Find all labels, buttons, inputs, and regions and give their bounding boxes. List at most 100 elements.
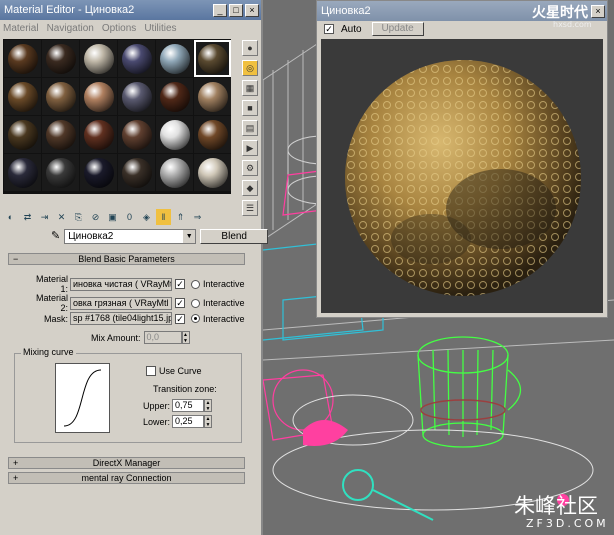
material1-checkbox[interactable]: ✓	[175, 279, 185, 289]
use-curve-checkbox[interactable]	[146, 366, 156, 376]
mask-radio[interactable]	[191, 314, 200, 323]
directx-manager-rollout[interactable]: + DirectX Manager	[8, 457, 245, 469]
material-slot[interactable]	[118, 154, 155, 191]
blend-basic-parameters-rollout[interactable]: − Blend Basic Parameters	[8, 253, 245, 265]
material-slot[interactable]	[80, 116, 117, 153]
lower-input[interactable]: 0,25	[172, 415, 205, 428]
material-sphere-icon	[197, 157, 228, 188]
mix-amount-label: Mix Amount:	[91, 332, 141, 343]
material-name-row: ✎ Циновка2 ▼ Blend	[51, 229, 269, 244]
background-icon[interactable]: ▦	[242, 80, 258, 96]
go-to-parent-icon[interactable]: ⇑	[173, 209, 188, 225]
rollout-title: mental ray Connection	[81, 473, 172, 483]
material-slot[interactable]	[42, 116, 79, 153]
go-forward-to-sibling-icon[interactable]: ⇒	[190, 209, 205, 225]
show-map-in-viewport-icon[interactable]: ◈	[139, 209, 154, 225]
material-sphere-icon	[45, 119, 76, 150]
material-slot[interactable]	[156, 116, 193, 153]
upper-label: Upper:	[143, 400, 171, 411]
material2-radio[interactable]	[191, 298, 200, 308]
options-icon[interactable]: ⚙	[242, 160, 258, 176]
make-unique-icon[interactable]: ⊘	[88, 209, 103, 225]
mix-amount-spinner[interactable]: ▲ ▼	[181, 331, 190, 344]
material-effects-channel-icon[interactable]: 0	[122, 209, 137, 225]
menu-options[interactable]: Options	[102, 23, 136, 34]
material1-radio[interactable]	[191, 279, 200, 289]
expand-icon: +	[13, 458, 19, 468]
mix-amount-row: Mix Amount: 0,0 ▲ ▼	[91, 331, 190, 344]
material-sphere-icon	[83, 43, 114, 74]
material-slot[interactable]	[4, 154, 41, 191]
material-editor-titlebar[interactable]: Material Editor - Циновка2 _ □ ×	[0, 0, 261, 20]
auto-checkbox[interactable]: ✓	[324, 24, 334, 34]
curve-plot	[63, 369, 102, 427]
material-slot[interactable]	[80, 78, 117, 115]
video-color-check-icon[interactable]: ▤	[242, 120, 258, 136]
uv-tiling-icon[interactable]: ■	[242, 100, 258, 116]
upper-input[interactable]: 0,75	[172, 399, 205, 412]
material-type-button[interactable]: Blend	[200, 229, 269, 244]
menu-material[interactable]: Material	[3, 23, 39, 34]
menu-utilities[interactable]: Utilities	[144, 23, 176, 34]
material-sphere-icon	[197, 81, 228, 112]
minimize-button[interactable]: _	[213, 3, 227, 17]
material-slot[interactable]	[42, 40, 79, 77]
lower-spinner[interactable]: ▲ ▼	[204, 415, 213, 428]
select-by-material-icon[interactable]: ◆	[242, 180, 258, 196]
material-slot[interactable]	[118, 40, 155, 77]
auto-label: Auto	[341, 23, 362, 35]
material-slot[interactable]	[42, 78, 79, 115]
material2-button[interactable]: овка грязная ( VRayMtl )	[70, 296, 172, 310]
material-slot[interactable]	[118, 116, 155, 153]
material-slot[interactable]	[156, 40, 193, 77]
close-button[interactable]: ×	[245, 3, 259, 17]
put-to-library-icon[interactable]: ▣	[105, 209, 120, 225]
material-slot[interactable]	[4, 116, 41, 153]
material-slot[interactable]	[194, 40, 231, 77]
material-slot[interactable]	[4, 78, 41, 115]
interactive-label: Interactive	[203, 313, 245, 324]
reset-map-icon[interactable]: ✕	[54, 209, 69, 225]
material-slot[interactable]	[194, 78, 231, 115]
backlight-icon[interactable]: ◎	[242, 60, 258, 76]
mask-row: Mask: sp #1768 (tile04light15.jpg) ✓ Int…	[30, 312, 245, 325]
material-slot[interactable]	[194, 116, 231, 153]
close-button[interactable]: ×	[591, 4, 605, 18]
material-slot[interactable]	[80, 40, 117, 77]
hxsd-url: hxsd.com	[553, 20, 592, 29]
sample-slots-grid	[3, 39, 231, 194]
make-preview-icon[interactable]: ▶	[242, 140, 258, 156]
sample-type-icon[interactable]: ●	[242, 40, 258, 56]
material-slot[interactable]	[194, 154, 231, 191]
material-slot[interactable]	[118, 78, 155, 115]
material-slot[interactable]	[156, 154, 193, 191]
material-slot[interactable]	[156, 78, 193, 115]
mask-checkbox[interactable]: ✓	[175, 313, 185, 324]
put-to-scene-icon[interactable]: ⇄	[20, 209, 35, 225]
upper-spinner[interactable]: ▲ ▼	[204, 399, 213, 412]
material1-button[interactable]: иновка чистая ( VRayMtl )	[70, 277, 172, 291]
chevron-down-icon[interactable]: ▼	[183, 230, 196, 243]
material2-label: Material 2:	[35, 293, 68, 313]
get-material-icon[interactable]: ◐	[3, 209, 18, 225]
mental-ray-rollout[interactable]: + mental ray Connection	[8, 472, 245, 484]
update-button[interactable]: Update	[371, 22, 424, 36]
mix-amount-input[interactable]: 0,0	[143, 331, 182, 344]
use-curve-row: Use Curve	[143, 366, 202, 376]
material2-checkbox[interactable]: ✓	[175, 298, 185, 308]
make-copy-icon[interactable]: ⎘	[71, 209, 86, 225]
material-sphere-icon	[159, 43, 190, 74]
material-slot[interactable]	[80, 154, 117, 191]
pick-material-icon[interactable]: ✎	[51, 229, 60, 244]
show-end-result-icon[interactable]: ‖	[156, 209, 171, 225]
mask-button[interactable]: sp #1768 (tile04light15.jpg)	[70, 312, 172, 325]
material-name-combo[interactable]: Циновка2 ▼	[64, 229, 197, 244]
material-slot[interactable]	[4, 40, 41, 77]
material-slot[interactable]	[42, 154, 79, 191]
lower-row: Lower: 0,25 ▲ ▼	[143, 415, 213, 428]
material-sphere-icon	[83, 81, 114, 112]
maximize-button[interactable]: □	[229, 3, 243, 17]
assign-to-selection-icon[interactable]: ⇥	[37, 209, 52, 225]
material-name-value: Циновка2	[68, 231, 114, 242]
menu-navigation[interactable]: Navigation	[47, 23, 94, 34]
